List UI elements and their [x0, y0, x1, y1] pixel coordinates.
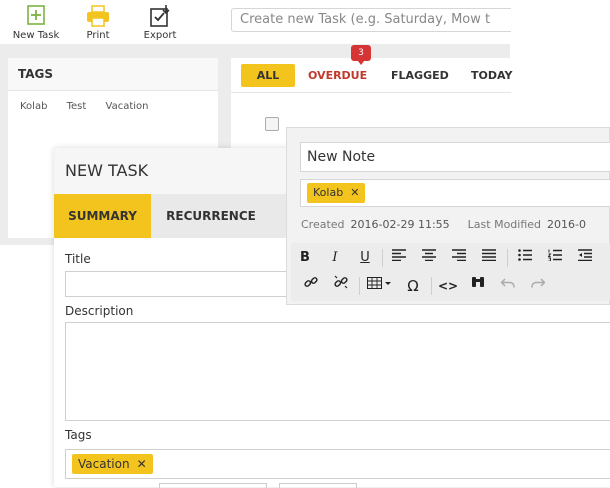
undo-icon[interactable] [496, 275, 520, 297]
tag-chip-label: Vacation [78, 457, 130, 471]
new-note-panel: New Note Kolab ✕ Created 2016-02-29 11:55 L… [286, 127, 610, 305]
bold-icon[interactable]: B [293, 247, 317, 269]
underline-icon[interactable]: U [353, 247, 377, 269]
editor-toolbar: B I U Ω <> [291, 243, 610, 301]
note-tags-input[interactable]: Kolab ✕ [300, 179, 610, 207]
toolbar: New Task Print Export Create new Task (e… [0, 0, 511, 44]
created-label: Created [301, 218, 345, 231]
export-label: Export [143, 30, 177, 41]
tab-summary[interactable]: SUMMARY [54, 194, 151, 238]
print-label: Print [86, 30, 110, 41]
print-button[interactable]: Print [68, 4, 128, 41]
tag-item[interactable]: Test [67, 101, 87, 112]
new-task-label: New Task [12, 30, 60, 41]
new-task-icon [22, 4, 50, 28]
bullet-list-icon[interactable] [513, 247, 537, 269]
remove-tag-icon[interactable]: ✕ [137, 457, 147, 471]
outdent-icon[interactable] [573, 247, 597, 269]
overdue-count-badge: 3 [351, 45, 371, 65]
quick-add-placeholder: Create new Task (e.g. Saturday, Mow t [240, 12, 491, 27]
filter-all[interactable]: ALL [241, 64, 295, 87]
find-icon[interactable] [466, 275, 490, 297]
filter-overdue[interactable]: OVERDUE [308, 64, 367, 87]
created-value: 2016-02-29 11:55 [350, 218, 450, 231]
printer-icon [84, 4, 112, 28]
tags-label: Tags [65, 428, 92, 442]
table-icon[interactable] [363, 275, 397, 297]
tags-input[interactable]: Vacation ✕ [65, 449, 610, 479]
unlink-icon[interactable] [329, 275, 353, 297]
tag-chip: Vacation ✕ [72, 454, 153, 474]
export-icon [146, 4, 174, 28]
modified-value: 2016-0 [547, 218, 586, 231]
italic-icon[interactable]: I [323, 247, 347, 269]
remove-tag-icon[interactable]: ✕ [350, 186, 359, 199]
note-tag-label: Kolab [313, 186, 344, 199]
special-char-icon[interactable]: Ω [401, 275, 425, 297]
new-task-button[interactable]: New Task [6, 4, 66, 41]
note-tag-chip: Kolab ✕ [307, 183, 366, 203]
align-center-icon[interactable] [417, 247, 441, 269]
tags-panel-title: TAGS [8, 58, 218, 91]
description-textarea[interactable] [65, 322, 610, 421]
source-code-icon[interactable]: <> [436, 275, 460, 297]
note-title-value: New Note [307, 149, 376, 165]
link-icon[interactable] [299, 275, 323, 297]
dialog-button[interactable] [279, 483, 357, 488]
align-right-icon[interactable] [447, 247, 471, 269]
note-metadata: Created 2016-02-29 11:55 Last Modified 2016… [301, 218, 586, 231]
redo-icon[interactable] [526, 275, 550, 297]
note-title-input[interactable]: New Note [300, 142, 610, 172]
description-label: Description [65, 304, 134, 318]
filter-today[interactable]: TODAY [471, 64, 512, 87]
select-all-checkbox[interactable] [265, 117, 279, 131]
dialog-button[interactable] [159, 483, 267, 488]
title-label: Title [65, 252, 91, 266]
modified-label: Last Modified [467, 218, 542, 231]
tab-recurrence[interactable]: RECURRENCE [151, 194, 271, 238]
filter-flagged[interactable]: FLAGGED [391, 64, 449, 87]
quick-add-task-input[interactable]: Create new Task (e.g. Saturday, Mow t [231, 8, 511, 32]
tag-item[interactable]: Kolab [20, 101, 47, 112]
align-left-icon[interactable] [387, 247, 411, 269]
justify-icon[interactable] [477, 247, 501, 269]
task-filter-bar: ALL OVERDUE FLAGGED TODAY 3 [231, 45, 512, 93]
numbered-list-icon[interactable] [543, 247, 567, 269]
tag-item[interactable]: Vacation [106, 101, 149, 112]
tags-list: Kolab Test Vacation [8, 91, 218, 112]
export-button[interactable]: Export [130, 4, 190, 41]
